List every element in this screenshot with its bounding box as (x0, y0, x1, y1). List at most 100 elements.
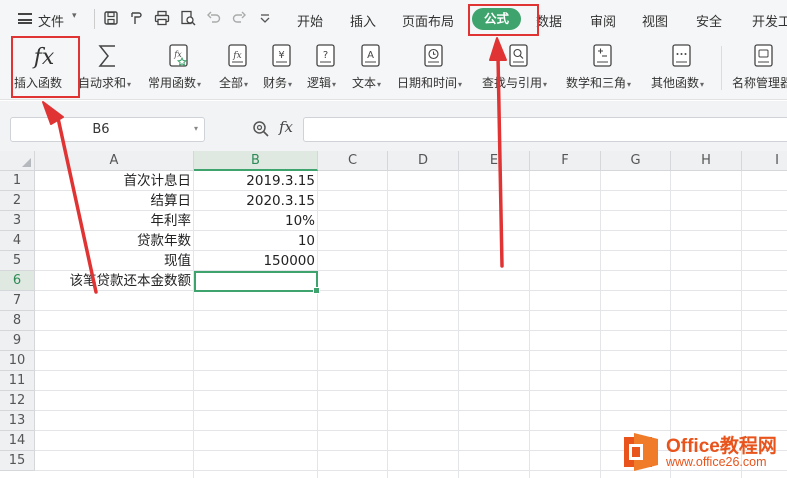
row-header-11[interactable]: 11 (0, 371, 35, 391)
all-functions-label: 全部 (219, 76, 244, 90)
tab-security[interactable]: 安全 (696, 11, 722, 30)
tab-review[interactable]: 审阅 (590, 11, 616, 30)
row-header-3[interactable]: 3 (0, 211, 35, 231)
customize-quick-access-icon[interactable] (257, 10, 273, 26)
chevron-down-icon[interactable]: ▾ (194, 124, 198, 133)
file-menu[interactable]: 文件 (38, 11, 64, 30)
other-functions-button[interactable]: 其他函数▾ (651, 38, 717, 98)
print-icon[interactable] (154, 10, 170, 26)
sigma-icon (78, 43, 138, 69)
column-header-e[interactable]: E (459, 151, 530, 171)
chevron-down-icon[interactable]: ▾ (288, 80, 292, 89)
office-logo-icon (624, 433, 658, 471)
tab-data[interactable]: 数据 (536, 11, 562, 30)
name-manager-button[interactable]: 名称管理器 (731, 38, 787, 98)
column-header-i[interactable]: I (742, 151, 787, 171)
magnifier-book-icon (506, 43, 532, 69)
yen-book-icon: ¥ (269, 43, 295, 69)
math-trig-button[interactable]: 数学和三角▾ (566, 38, 644, 98)
logical-button[interactable]: ? 逻辑▾ (307, 38, 345, 98)
common-functions-label: 常用函数 (148, 76, 197, 90)
row-header-7[interactable]: 7 (0, 291, 35, 311)
cell-b3[interactable]: 10% (194, 211, 318, 231)
name-manager-icon (751, 43, 777, 69)
svg-text:fx: fx (173, 50, 182, 59)
datetime-label: 日期和时间 (397, 76, 458, 90)
row-header-2[interactable]: 2 (0, 191, 35, 211)
format-painter-icon[interactable] (128, 10, 144, 26)
row-header-14[interactable]: 14 (0, 431, 35, 451)
svg-text:?: ? (323, 50, 328, 61)
chevron-down-icon[interactable]: ▾ (627, 80, 631, 89)
column-header-c[interactable]: C (318, 151, 388, 171)
row-header-6[interactable]: 6 (0, 271, 35, 291)
financial-button[interactable]: ¥ 财务▾ (263, 38, 301, 98)
chevron-down-icon[interactable]: ▾ (332, 80, 336, 89)
row-header-8[interactable]: 8 (0, 311, 35, 331)
row-header-4[interactable]: 4 (0, 231, 35, 251)
print-preview-icon[interactable] (180, 10, 196, 26)
save-icon[interactable] (103, 10, 119, 26)
chevron-down-icon[interactable]: ▾ (244, 80, 248, 89)
tab-developer[interactable]: 开发工 (752, 11, 787, 30)
gridline (35, 350, 787, 351)
cell-b5[interactable]: 150000 (194, 251, 318, 271)
gridline (387, 171, 388, 478)
common-functions-button[interactable]: fx 常用函数▾ (148, 38, 214, 98)
column-header-d[interactable]: D (388, 151, 459, 171)
chevron-down-icon[interactable]: ▾ (72, 11, 77, 21)
zoom-search-icon[interactable] (252, 120, 270, 138)
svg-text:¥: ¥ (278, 50, 284, 61)
row-header-12[interactable]: 12 (0, 391, 35, 411)
chevron-down-icon[interactable]: ▾ (127, 80, 131, 89)
redo-icon[interactable] (231, 10, 247, 26)
gridline (35, 410, 787, 411)
cell-b1[interactable]: 2019.3.15 (194, 171, 318, 191)
active-cell-b6[interactable] (194, 271, 320, 294)
column-header-f[interactable]: F (530, 151, 601, 171)
tab-insert[interactable]: 插入 (350, 11, 376, 30)
name-box[interactable]: B6 ▾ (10, 117, 205, 142)
all-functions-button[interactable]: fx 全部▾ (219, 38, 257, 98)
chevron-down-icon[interactable]: ▾ (458, 80, 462, 89)
divider (94, 9, 95, 29)
chevron-down-icon[interactable]: ▾ (197, 80, 201, 89)
text-functions-button[interactable]: A 文本▾ (352, 38, 390, 98)
column-header-h[interactable]: H (671, 151, 742, 171)
insert-function-fx-icon[interactable]: fx (279, 118, 293, 136)
tab-home[interactable]: 开始 (297, 11, 323, 30)
column-header-g[interactable]: G (601, 151, 671, 171)
tab-view[interactable]: 视图 (642, 11, 668, 30)
column-header-b[interactable]: B (194, 151, 318, 171)
svg-text:A: A (367, 50, 374, 61)
menu-icon[interactable] (18, 13, 32, 24)
column-header-a[interactable]: A (35, 151, 194, 171)
cell-a4[interactable]: 贷款年数 (35, 231, 194, 251)
tab-page-layout[interactable]: 页面布局 (402, 11, 454, 30)
chevron-down-icon[interactable]: ▾ (543, 80, 547, 89)
cell-a3[interactable]: 年利率 (35, 211, 194, 231)
datetime-button[interactable]: 日期和时间▾ (397, 38, 475, 98)
chevron-down-icon[interactable]: ▾ (377, 80, 381, 89)
cell-a2[interactable]: 结算日 (35, 191, 194, 211)
lookup-button[interactable]: 查找与引用▾ (482, 38, 560, 98)
math-trig-label: 数学和三角 (566, 76, 627, 90)
chevron-down-icon[interactable]: ▾ (700, 80, 704, 89)
formula-input[interactable] (303, 117, 787, 142)
gridline (458, 171, 459, 478)
row-header-9[interactable]: 9 (0, 331, 35, 351)
cell-b4[interactable]: 10 (194, 231, 318, 251)
cell-b2[interactable]: 2020.3.15 (194, 191, 318, 211)
cell-a6[interactable]: 该笔贷款还本金数额 (35, 271, 194, 291)
gridline (35, 330, 787, 331)
row-header-1[interactable]: 1 (0, 171, 35, 191)
undo-icon[interactable] (206, 10, 222, 26)
row-header-10[interactable]: 10 (0, 351, 35, 371)
autosum-button[interactable]: 自动求和▾ (78, 38, 144, 98)
row-header-15[interactable]: 15 (0, 451, 35, 471)
cell-a5[interactable]: 现值 (35, 251, 194, 271)
cell-a1[interactable]: 首次计息日 (35, 171, 194, 191)
row-header-5[interactable]: 5 (0, 251, 35, 271)
select-all-corner[interactable] (0, 151, 35, 171)
row-header-13[interactable]: 13 (0, 411, 35, 431)
